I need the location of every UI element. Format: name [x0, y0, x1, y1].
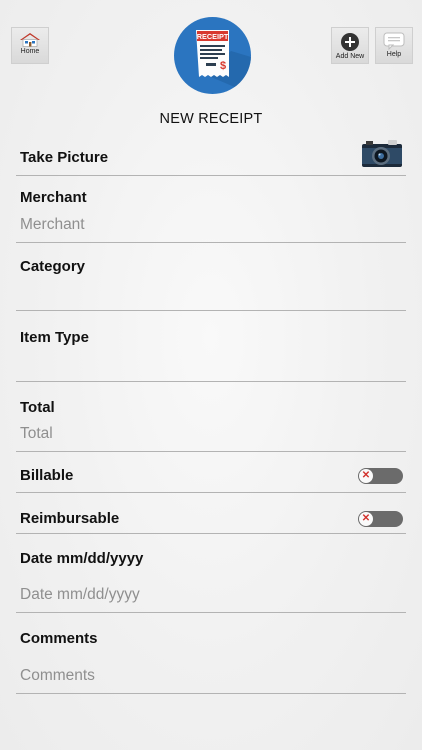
merchant-label: Merchant [20, 189, 87, 206]
camera-icon[interactable] [361, 139, 403, 168]
reimbursable-toggle[interactable]: ✕ [358, 511, 403, 527]
receipt-logo: RECEIPT $ [174, 17, 251, 94]
billable-label: Billable [20, 467, 74, 484]
merchant-input[interactable]: Merchant [20, 216, 85, 234]
billable-row: Billable ✕ [16, 452, 406, 493]
reimbursable-row: Reimbursable ✕ [16, 493, 406, 534]
category-label: Category [20, 258, 86, 275]
date-label: Date mm/dd/yyyy [20, 550, 144, 567]
add-new-label: Add New [335, 53, 365, 60]
billable-toggle[interactable]: ✕ [358, 468, 403, 484]
x-icon: ✕ [361, 513, 371, 524]
toggle-knob: ✕ [359, 469, 373, 483]
x-icon: ✕ [361, 470, 371, 481]
total-input[interactable]: Total [20, 425, 53, 443]
category-field[interactable]: Category [16, 243, 406, 311]
add-new-button[interactable]: Add New [331, 27, 369, 64]
take-picture-row[interactable]: Take Picture [16, 138, 406, 176]
help-button[interactable]: Help [375, 27, 413, 64]
logo-receipt-text: RECEIPT [197, 32, 229, 41]
logo-currency: $ [220, 60, 226, 72]
plus-circle-icon [341, 33, 359, 51]
item-type-label: Item Type [20, 329, 89, 346]
house-icon [20, 33, 40, 47]
home-label: Home [20, 48, 40, 55]
total-label: Total [20, 399, 55, 416]
date-input[interactable]: Date mm/dd/yyyy [20, 586, 140, 604]
help-label: Help [386, 51, 402, 58]
speech-bubble-icon [383, 32, 405, 50]
page-title: NEW RECEIPT [159, 111, 263, 127]
reimbursable-label: Reimbursable [20, 510, 120, 527]
toggle-knob: ✕ [359, 512, 373, 526]
home-button[interactable]: Home [11, 27, 49, 64]
comments-input[interactable]: Comments [20, 667, 95, 685]
total-field[interactable]: Total Total [16, 382, 406, 452]
merchant-field[interactable]: Merchant Merchant [16, 176, 406, 243]
comments-label: Comments [20, 630, 98, 647]
comments-field[interactable]: Comments Comments [16, 613, 406, 694]
item-type-field[interactable]: Item Type [16, 311, 406, 382]
take-picture-label: Take Picture [20, 149, 109, 166]
date-field[interactable]: Date mm/dd/yyyy Date mm/dd/yyyy [16, 534, 406, 613]
